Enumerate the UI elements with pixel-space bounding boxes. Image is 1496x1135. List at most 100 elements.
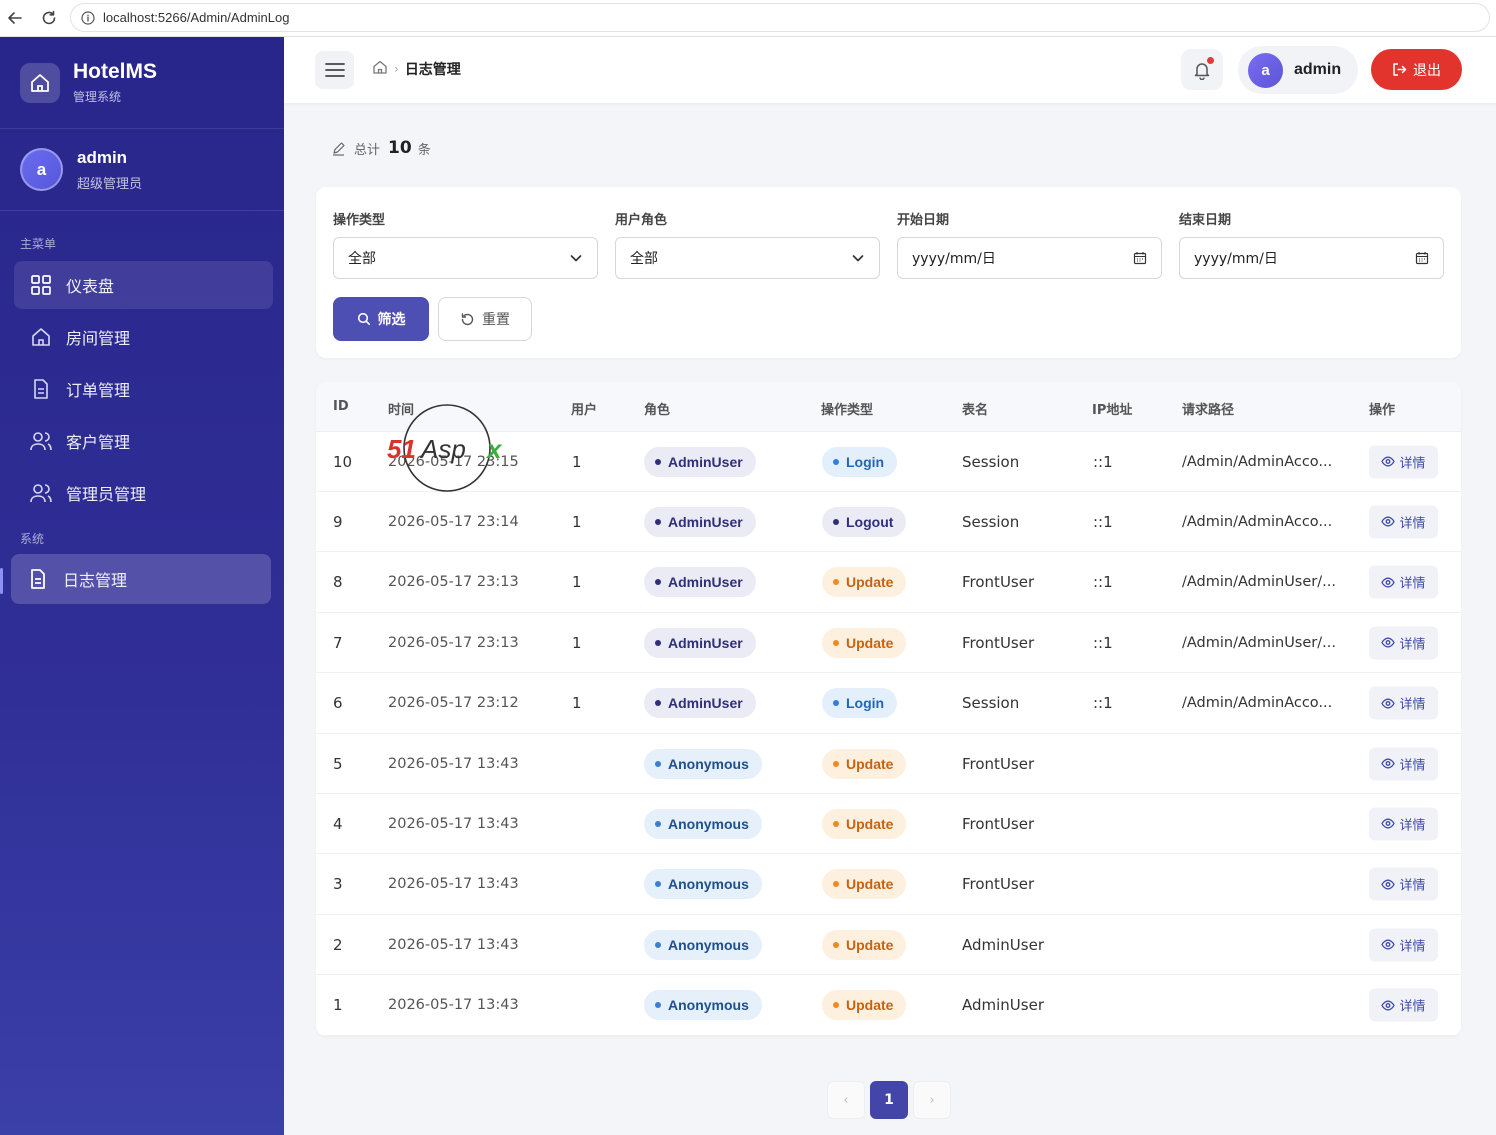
brand-subtitle: 管理系统 <box>73 90 122 104</box>
cell-table-name: Session <box>962 512 1020 531</box>
role-select[interactable]: 全部 <box>615 237 880 279</box>
search-icon <box>357 312 370 326</box>
notification-dot <box>1207 57 1214 64</box>
start-date-input[interactable]: yyyy/mm/日 <box>897 237 1162 279</box>
prev-page-button[interactable]: ‹ <box>827 1081 865 1119</box>
breadcrumb-separator: › <box>394 62 399 76</box>
badge-dot <box>655 760 661 767</box>
cell-path: /Admin/AdminUser/... <box>1182 574 1336 591</box>
home-icon <box>20 62 60 103</box>
table-row: 3 2026-05-17 13:43 Anonymous Update FrontUse… <box>316 855 1461 915</box>
edit-icon <box>333 141 345 156</box>
detail-button[interactable]: 详情 <box>1369 565 1438 599</box>
sidebar-item-customers[interactable]: 客户管理 <box>14 417 273 465</box>
user-name: admin <box>77 147 128 167</box>
col-table-name[interactable]: 表名 <box>962 399 988 418</box>
cell-table-name: AdminUser <box>962 935 1044 954</box>
sidebar-item-orders[interactable]: 订单管理 <box>14 365 273 413</box>
next-page-button[interactable]: › <box>913 1081 951 1119</box>
role-badge: Anonymous <box>644 808 762 839</box>
start-date-label: 开始日期 <box>897 213 950 228</box>
end-date-input[interactable]: yyyy/mm/日 <box>1179 237 1444 279</box>
detail-button[interactable]: 详情 <box>1369 988 1438 1022</box>
badge-dot <box>833 458 839 465</box>
avatar: a <box>20 148 63 191</box>
cell-path: /Admin/AdminAcco... <box>1182 513 1333 530</box>
table-row: 1 2026-05-17 13:43 Anonymous Update AdminUse… <box>316 976 1461 1036</box>
logout-button[interactable]: 退出 <box>1371 49 1462 90</box>
back-button[interactable] <box>0 3 30 33</box>
detail-button[interactable]: 详情 <box>1369 928 1438 962</box>
cell-id: 9 <box>333 512 343 531</box>
badge-dot <box>655 820 661 827</box>
cell-path: /Admin/AdminUser/... <box>1182 634 1336 651</box>
badge-dot <box>833 518 839 525</box>
detail-button[interactable]: 详情 <box>1369 807 1438 841</box>
detail-button[interactable]: 详情 <box>1369 445 1438 478</box>
sidebar-item-label: 仪表盘 <box>66 277 115 296</box>
info-icon[interactable] <box>81 10 95 25</box>
user-role: 超级管理员 <box>77 176 143 192</box>
calendar-icon[interactable] <box>1415 251 1429 265</box>
op-badge-label: Login <box>846 695 885 712</box>
detail-button[interactable]: 详情 <box>1369 686 1438 720</box>
eye-icon <box>1381 516 1396 527</box>
op-badge: Update <box>822 808 907 839</box>
sidebar-item-label: 订单管理 <box>66 381 131 400</box>
cell-id: 3 <box>333 875 343 894</box>
cell-user: 1 <box>572 512 582 531</box>
detail-button-label: 详情 <box>1399 576 1426 592</box>
op-badge-label: Update <box>846 815 894 832</box>
col-user[interactable]: 用户 <box>571 399 597 418</box>
reset-button[interactable]: 重置 <box>438 297 532 341</box>
cell-table-name: AdminUser <box>962 996 1044 1015</box>
detail-button[interactable]: 详情 <box>1369 747 1438 780</box>
calendar-icon[interactable] <box>1133 251 1147 265</box>
menu-toggle-button[interactable] <box>315 51 354 89</box>
badge-dot <box>833 881 839 888</box>
role-badge-label: AdminUser <box>668 513 743 530</box>
cell-id: 4 <box>333 814 343 833</box>
sidebar-item-dashboard[interactable]: 仪表盘 <box>14 261 273 309</box>
sidebar-item-rooms[interactable]: 房间管理 <box>14 313 273 361</box>
op-badge: Logout <box>822 506 907 537</box>
detail-button[interactable]: 详情 <box>1369 867 1438 901</box>
cell-time: 2026-05-17 13:43 <box>388 997 519 1014</box>
table-row: 8 2026-05-17 23:13 1 AdminUser Update FrontUs… <box>316 553 1461 613</box>
count-prefix: 总计 <box>354 142 381 158</box>
count-value: 10 <box>388 138 412 158</box>
page-button-current[interactable]: 1 <box>870 1081 908 1119</box>
sidebar-item-admins[interactable]: 管理员管理 <box>14 469 273 517</box>
brand: HotelMS 管理系统 <box>0 37 284 129</box>
detail-button[interactable]: 详情 <box>1369 626 1438 660</box>
badge-dot <box>833 579 839 586</box>
home-icon[interactable] <box>372 59 388 79</box>
op-badge-label: Logout <box>846 513 894 530</box>
notifications-button[interactable] <box>1181 49 1223 90</box>
breadcrumb: › 日志管理 <box>372 59 461 79</box>
cell-time: 2026-05-17 13:43 <box>388 936 519 953</box>
col-op-type[interactable]: 操作类型 <box>821 399 873 418</box>
address-bar[interactable]: localhost:5266/Admin/AdminLog <box>70 3 1490 32</box>
document-icon <box>28 376 54 402</box>
cell-time: 2026-05-17 13:43 <box>388 815 519 832</box>
op-badge: Update <box>822 990 907 1021</box>
reload-button[interactable] <box>34 3 64 33</box>
col-ip[interactable]: IP地址 <box>1092 399 1132 418</box>
col-role[interactable]: 角色 <box>644 399 670 418</box>
filter-button[interactable]: 筛选 <box>333 297 429 341</box>
role-badge-label: AdminUser <box>668 634 743 651</box>
sidebar-item-logs[interactable]: 日志管理 <box>11 554 271 604</box>
user-menu[interactable]: a admin <box>1238 46 1358 94</box>
eye-icon <box>1381 818 1396 829</box>
badge-dot <box>655 579 661 586</box>
end-date-label: 结束日期 <box>1179 213 1232 228</box>
role-value: 全部 <box>630 251 658 267</box>
home-icon <box>28 324 54 350</box>
col-id[interactable]: ID <box>333 399 349 414</box>
role-badge-label: Anonymous <box>668 936 749 953</box>
role-badge: Anonymous <box>644 990 762 1021</box>
detail-button[interactable]: 详情 <box>1369 505 1438 539</box>
col-path[interactable]: 请求路径 <box>1182 399 1234 418</box>
op-type-select[interactable]: 全部 <box>333 237 598 279</box>
